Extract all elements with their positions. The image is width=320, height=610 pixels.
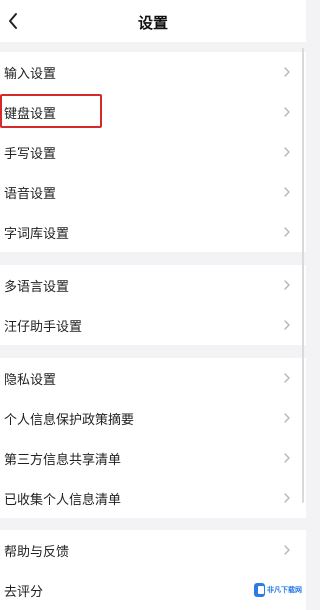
- settings-item-assistant[interactable]: 汪仔助手设置: [0, 305, 306, 345]
- app-header: 设置: [0, 0, 306, 42]
- settings-item-input[interactable]: 输入设置: [0, 52, 306, 92]
- settings-item-label: 帮助与反馈: [4, 545, 70, 560]
- settings-item-label: 语音设置: [4, 187, 57, 202]
- settings-item-label: 输入设置: [4, 67, 57, 82]
- settings-item-multilanguage[interactable]: 多语言设置: [0, 265, 306, 305]
- settings-item-label: 个人信息保护政策摘要: [4, 413, 135, 428]
- settings-item-label: 已收集个人信息清单: [4, 493, 122, 508]
- settings-item-privacy[interactable]: 隐私设置: [0, 358, 306, 398]
- settings-item-third-party-sharing[interactable]: 第三方信息共享清单: [0, 438, 306, 478]
- chevron-right-icon: [284, 280, 290, 290]
- settings-item-label: 去评分: [4, 585, 44, 600]
- watermark-logo: 非凡下载网: [252, 579, 302, 601]
- settings-item-dictionary[interactable]: 字词库设置: [0, 212, 306, 252]
- chevron-right-icon: [284, 493, 290, 503]
- chevron-right-icon: [284, 147, 290, 157]
- chevron-right-icon: [284, 320, 290, 330]
- chevron-right-icon: [284, 67, 290, 77]
- chevron-right-icon: [284, 227, 290, 237]
- settings-item-privacy-summary[interactable]: 个人信息保护政策摘要: [0, 398, 306, 438]
- watermark-text: 非凡下载网: [267, 586, 302, 594]
- settings-item-voice[interactable]: 语音设置: [0, 172, 306, 212]
- download-site-logo-icon: [254, 583, 265, 597]
- settings-item-label: 汪仔助手设置: [4, 320, 83, 335]
- settings-item-label: 隐私设置: [4, 373, 57, 388]
- chevron-right-icon: [284, 545, 290, 555]
- chevron-right-icon: [284, 453, 290, 463]
- settings-item-label: 多语言设置: [4, 280, 70, 295]
- settings-item-handwriting[interactable]: 手写设置: [0, 132, 306, 172]
- settings-item-label: 字词库设置: [4, 227, 70, 242]
- chevron-right-icon: [284, 107, 290, 117]
- settings-group-language: 多语言设置 汪仔助手设置: [0, 265, 306, 345]
- settings-item-keyboard[interactable]: 键盘设置: [0, 92, 306, 132]
- chevron-right-icon: [284, 187, 290, 197]
- page-title: 设置: [137, 14, 168, 32]
- settings-item-label: 第三方信息共享清单: [4, 453, 122, 468]
- settings-item-help-feedback[interactable]: 帮助与反馈: [0, 530, 306, 570]
- settings-item-collected-info[interactable]: 已收集个人信息清单: [0, 478, 306, 518]
- chevron-right-icon: [284, 413, 290, 423]
- settings-group-privacy: 隐私设置 个人信息保护政策摘要 第三方信息共享清单 已收集个人信息清单: [0, 358, 306, 518]
- chevron-right-icon: [284, 373, 290, 383]
- settings-item-label: 键盘设置: [4, 107, 57, 122]
- scrollbar[interactable]: [302, 48, 304, 503]
- settings-group-input: 输入设置 键盘设置 手写设置 语音设置 字词库设置: [0, 52, 306, 252]
- settings-item-label: 手写设置: [4, 147, 57, 162]
